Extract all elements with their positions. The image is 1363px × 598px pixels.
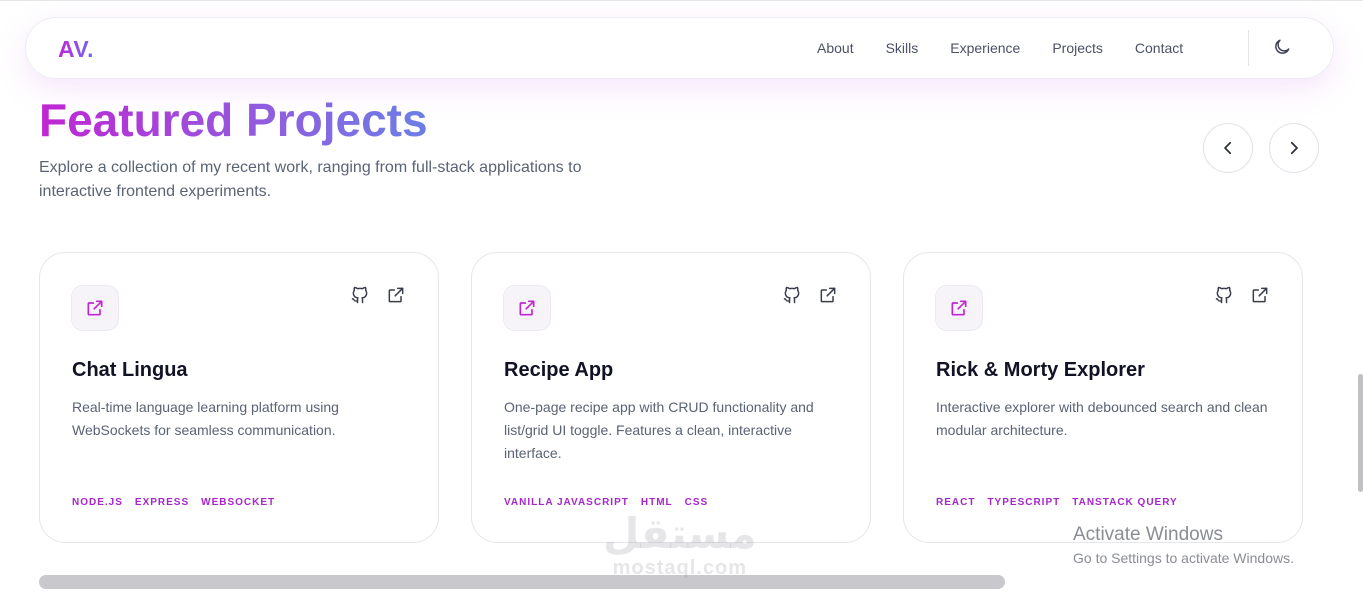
tag: HTML	[640, 497, 673, 508]
top-border	[0, 0, 1363, 1]
moon-icon	[1275, 39, 1290, 54]
carousel-prev-button[interactable]	[1203, 123, 1253, 173]
activation-title: Activate Windows	[1073, 524, 1223, 545]
logo[interactable]: AV.	[58, 36, 94, 63]
tag: VANILLA JAVASCRIPT	[504, 497, 629, 508]
card-actions	[782, 285, 838, 305]
card-title: Recipe App	[504, 359, 614, 381]
external-link-icon[interactable]	[386, 285, 406, 305]
project-card-recipe-app[interactable]: Recipe App One-page recipe app with CRUD…	[471, 252, 871, 543]
chevron-left-icon	[1224, 141, 1232, 155]
card-badge	[935, 285, 983, 331]
horizontal-scrollbar[interactable]	[39, 575, 1005, 589]
nav-link-skills[interactable]: Skills	[886, 40, 919, 56]
card-tags: NODE.JS EXPRESS WEBSOCKET	[72, 497, 275, 508]
tag: NODE.JS	[72, 497, 123, 508]
card-actions	[350, 285, 406, 305]
nav-link-about[interactable]: About	[817, 40, 854, 56]
card-tags: VANILLA JAVASCRIPT HTML CSS	[504, 497, 708, 508]
navbar: AV. About Skills Experience Projects Con…	[25, 17, 1334, 79]
card-actions	[1214, 285, 1270, 305]
section-title: Featured Projects	[39, 94, 428, 146]
watermark-latin: mostaql.com	[612, 557, 747, 579]
project-card-chat-lingua[interactable]: Chat Lingua Real-time language learning …	[39, 252, 439, 543]
tag: TANSTACK QUERY	[1072, 497, 1178, 508]
carousel-next-button[interactable]	[1269, 123, 1319, 173]
external-link-icon	[87, 300, 103, 316]
watermark-arabic: مستقل	[603, 509, 757, 558]
github-icon[interactable]	[350, 285, 370, 305]
tag: WEBSOCKET	[201, 497, 276, 508]
windows-activation-notice: Activate Windows Go to Settings to activ…	[1073, 524, 1294, 568]
nav-divider	[1248, 30, 1249, 66]
card-description: Interactive explorer with debounced sear…	[936, 399, 1268, 438]
external-link-icon[interactable]	[818, 285, 838, 305]
card-tags: REACT TYPESCRIPT TANSTACK QUERY	[936, 497, 1178, 508]
nav-link-contact[interactable]: Contact	[1135, 40, 1183, 56]
project-card-rick-morty-explorer[interactable]: Rick & Morty Explorer Interactive explor…	[903, 252, 1303, 543]
card-badge	[503, 285, 551, 331]
nav-link-experience[interactable]: Experience	[950, 40, 1020, 56]
section-subtitle: Explore a collection of my recent work, …	[39, 159, 582, 200]
card-description: Real-time language learning platform usi…	[72, 399, 339, 438]
card-description: One-page recipe app with CRUD functional…	[504, 399, 814, 461]
card-badge	[71, 285, 119, 331]
external-link-icon	[519, 300, 535, 316]
tag: EXPRESS	[134, 497, 190, 508]
external-link-icon[interactable]	[1250, 285, 1270, 305]
github-icon[interactable]	[1214, 285, 1234, 305]
tag: REACT	[936, 497, 976, 508]
tag: CSS	[684, 497, 709, 508]
chevron-right-icon	[1290, 141, 1298, 155]
nav-link-projects[interactable]: Projects	[1052, 40, 1103, 56]
watermark: مستقل mostaql.com	[603, 509, 757, 579]
activation-subtitle: Go to Settings to activate Windows.	[1073, 550, 1294, 566]
external-link-icon	[951, 300, 967, 316]
card-title: Rick & Morty Explorer	[936, 359, 1145, 381]
vertical-scrollbar[interactable]	[1358, 374, 1363, 492]
github-icon[interactable]	[782, 285, 802, 305]
card-title: Chat Lingua	[72, 359, 188, 381]
tag: TYPESCRIPT	[987, 497, 1061, 508]
theme-toggle-button[interactable]	[1272, 37, 1294, 59]
nav-links: About Skills Experience Projects Contact	[817, 40, 1215, 56]
